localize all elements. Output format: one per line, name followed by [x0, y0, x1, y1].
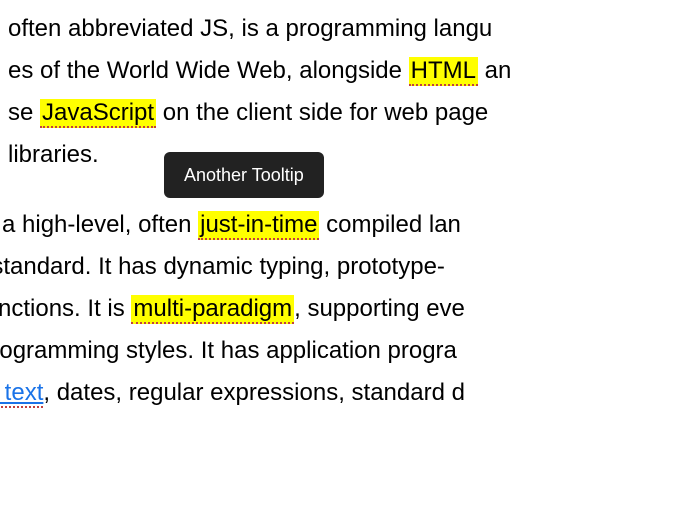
text-line: t standard. It has dynamic typing, proto…: [0, 246, 691, 288]
highlighted-jit[interactable]: just-in-time: [198, 211, 319, 240]
text-line: often abbreviated JS, is a programming l…: [8, 8, 691, 50]
text-line: libraries.: [8, 134, 691, 176]
highlighted-html[interactable]: HTML: [409, 57, 478, 86]
text-line: is a high-level, often just-in-time comp…: [0, 204, 691, 246]
text-line: functions. It is multi-paradigm, support…: [0, 288, 691, 330]
highlighted-javascript[interactable]: JavaScript: [40, 99, 156, 128]
text-line: es of the World Wide Web, alongside HTML…: [8, 50, 691, 92]
highlighted-multiparadigm[interactable]: multi-paradigm: [131, 295, 294, 324]
tooltip: Another Tooltip: [164, 152, 324, 198]
text-line: programming styles. It has application p…: [0, 330, 691, 372]
text-line: th text, dates, regular expressions, sta…: [0, 372, 691, 414]
paragraph-1: often abbreviated JS, is a programming l…: [8, 8, 691, 176]
text-line: se JavaScript on the client side for web…: [8, 92, 691, 134]
tooltip-text: Another Tooltip: [184, 165, 304, 185]
paragraph-2: is a high-level, often just-in-time comp…: [0, 204, 691, 414]
link-text[interactable]: th text: [0, 379, 43, 408]
